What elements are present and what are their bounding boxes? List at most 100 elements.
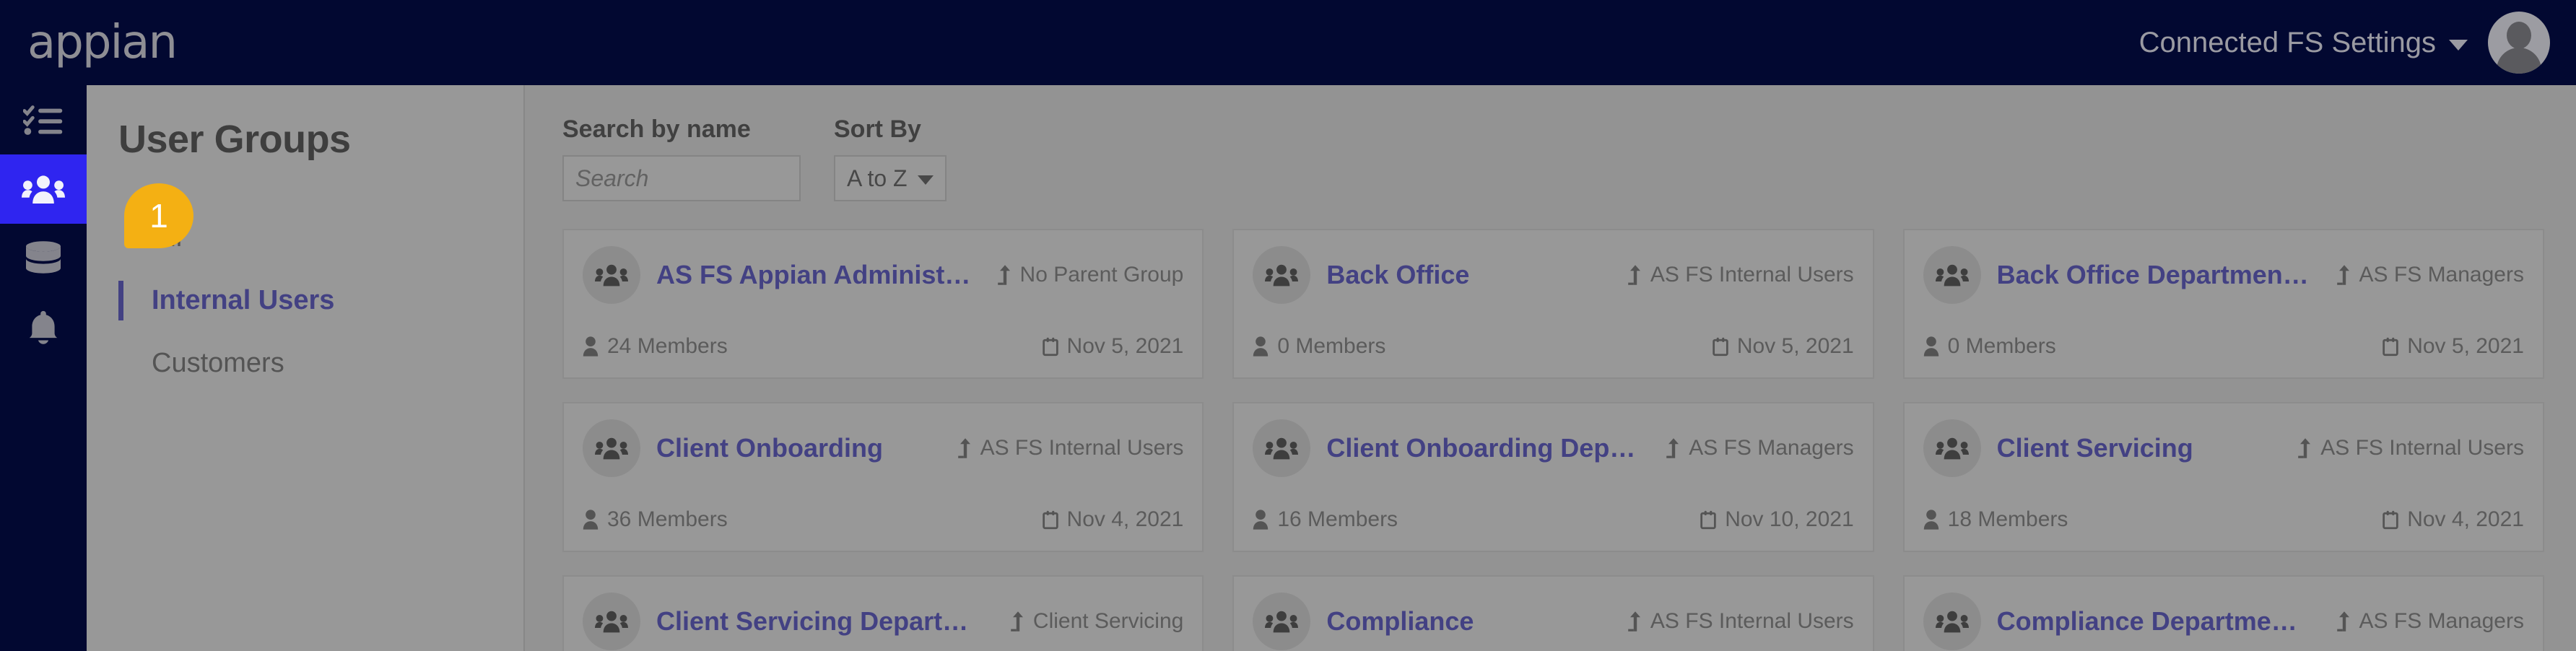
- calendar-icon: [2383, 510, 2398, 530]
- member-count-label: 16 Members: [1277, 507, 1398, 531]
- group-name-link[interactable]: Client Onboarding Department He...: [1326, 433, 1640, 463]
- rail-item-records[interactable]: [0, 224, 87, 293]
- notifications-bell-icon: [25, 309, 62, 346]
- parent-group-name: No Parent Group: [1019, 263, 1184, 287]
- group-name-link[interactable]: Compliance: [1326, 606, 1601, 637]
- member-count-label: 36 Members: [607, 507, 728, 531]
- calendar-icon: [1700, 510, 1716, 530]
- user-group-card[interactable]: Back Office AS FS Internal Users 0 Members…: [1232, 229, 1874, 379]
- group-avatar-icon: [1923, 246, 1981, 304]
- created-date: Nov 4, 2021: [2383, 507, 2524, 532]
- person-icon: [1923, 336, 1939, 357]
- parent-group-name: AS FS Managers: [1689, 436, 1854, 460]
- user-group-card[interactable]: Client Onboarding Department He... AS FS …: [1232, 402, 1874, 552]
- created-date-label: Nov 10, 2021: [1725, 507, 1854, 531]
- parent-group-name: Client Servicing: [1032, 609, 1184, 633]
- user-groups-card-grid: AS FS Appian Administrators No Parent Gro…: [562, 229, 2544, 651]
- parent-group-name: AS FS Internal Users: [1650, 609, 1854, 633]
- annotation-callout-1: 1: [103, 183, 193, 248]
- parent-group-label: AS FS Internal Users: [1627, 263, 1854, 287]
- search-input-wrapper[interactable]: [562, 155, 801, 201]
- member-count: 18 Members: [1923, 507, 2068, 532]
- avatar[interactable]: [2488, 12, 2550, 74]
- group-name-link[interactable]: Back Office: [1326, 260, 1601, 290]
- parent-group-arrow-icon: [1627, 611, 1643, 632]
- rail-item-notifications[interactable]: [0, 293, 87, 362]
- calendar-icon: [1713, 336, 1728, 357]
- person-icon: [1253, 510, 1269, 530]
- sidebar-item-label: Customers: [152, 348, 284, 378]
- chevron-down-icon: [2449, 39, 2468, 51]
- created-date: Nov 5, 2021: [1042, 334, 1184, 359]
- group-avatar-icon: [1253, 246, 1311, 304]
- parent-group-label: AS FS Internal Users: [2297, 436, 2524, 460]
- parent-group-label: AS FS Internal Users: [957, 436, 1184, 460]
- tasks-checklist-icon: [23, 103, 64, 136]
- user-group-card[interactable]: Client Servicing AS FS Internal Users 18 M…: [1902, 402, 2544, 552]
- card-header: Client Onboarding AS FS Internal Users: [583, 419, 1183, 477]
- search-field-group: Search by name: [562, 115, 801, 201]
- parent-group-name: AS FS Internal Users: [980, 436, 1184, 460]
- user-group-card[interactable]: ComplianceAS FS Internal Users1 MemberNo…: [1232, 575, 1874, 651]
- card-header: Client Servicing AS FS Internal Users: [1923, 419, 2524, 477]
- rail-item-tasks[interactable]: [0, 85, 87, 154]
- connected-fs-settings-menu[interactable]: Connected FS Settings: [2139, 27, 2468, 59]
- sort-by-label: Sort By: [834, 115, 921, 143]
- created-date-label: Nov 4, 2021: [1066, 507, 1184, 531]
- group-name-link[interactable]: Back Office Department Heads: [1997, 260, 2310, 290]
- card-header: Client Onboarding Department He... AS FS …: [1253, 419, 1854, 477]
- group-name-link[interactable]: Client Servicing Department Heads: [656, 606, 984, 637]
- created-date: Nov 5, 2021: [2383, 334, 2524, 359]
- rail-item-user-groups[interactable]: [0, 154, 87, 224]
- parent-group-name: AS FS Managers: [2359, 609, 2524, 633]
- parent-group-label: AS FS Managers: [2336, 609, 2524, 634]
- calendar-icon: [1042, 510, 1058, 530]
- user-group-card[interactable]: AS FS Appian Administrators No Parent Gro…: [562, 229, 1204, 379]
- annotation-bubble: 1: [124, 183, 193, 248]
- member-count: 0 Members: [1923, 334, 2056, 359]
- group-avatar-icon: [1923, 593, 1981, 650]
- sidebar-item-customers[interactable]: Customers: [118, 332, 523, 395]
- user-group-card[interactable]: Client Onboarding AS FS Internal Users 36 …: [562, 402, 1204, 552]
- person-icon: [583, 510, 599, 530]
- sort-by-dropdown[interactable]: A to Z: [834, 155, 947, 201]
- created-date: Nov 5, 2021: [1713, 334, 1854, 359]
- card-header: Compliance AS FS Internal Users: [1253, 593, 1854, 650]
- created-date-label: Nov 4, 2021: [2407, 507, 2524, 531]
- group-avatar-icon: [583, 593, 640, 650]
- card-header: Back Office AS FS Internal Users: [1253, 246, 1854, 304]
- person-icon: [1923, 510, 1939, 530]
- card-footer: 18 Members Nov 4, 2021: [1923, 507, 2524, 551]
- sidebar-item-internal-users[interactable]: Internal Users: [118, 269, 523, 332]
- parent-group-arrow-icon: [2297, 437, 2313, 459]
- group-name-link[interactable]: AS FS Appian Administrators: [656, 260, 971, 290]
- app-root: appian Connected FS Settings User Groups…: [0, 0, 2576, 651]
- created-date-label: Nov 5, 2021: [1736, 334, 1854, 358]
- parent-group-label: No Parent Group: [997, 263, 1184, 287]
- card-footer: 16 Members Nov 10, 2021: [1253, 507, 1854, 551]
- created-date-label: Nov 5, 2021: [1066, 334, 1184, 358]
- sidebar-item-label: Internal Users: [152, 285, 335, 315]
- chevron-down-icon: [917, 175, 934, 185]
- parent-group-name: AS FS Managers: [2359, 263, 2524, 287]
- page-title: User Groups: [118, 118, 351, 161]
- filter-bar: Search by name Sort By A to Z: [562, 115, 2544, 201]
- user-group-card[interactable]: Back Office Department Heads AS FS Manage…: [1902, 229, 2544, 379]
- search-input[interactable]: [575, 165, 788, 192]
- group-name-link[interactable]: Client Onboarding: [656, 433, 931, 463]
- card-footer: 36 Members Nov 4, 2021: [583, 507, 1183, 551]
- user-group-card[interactable]: Compliance Department Heads AS FS Manager…: [1902, 575, 2544, 651]
- member-count-label: 0 Members: [1277, 334, 1386, 358]
- page-body: User Groups All Internal Users Customers…: [87, 85, 2576, 651]
- created-date: Nov 4, 2021: [1042, 507, 1184, 532]
- group-name-link[interactable]: Client Servicing: [1997, 433, 2272, 463]
- member-count: 36 Members: [583, 507, 728, 532]
- user-group-card[interactable]: Client Servicing Department Heads Client …: [562, 575, 1204, 651]
- card-header: Client Servicing Department Heads Client …: [583, 593, 1183, 650]
- member-count-label: 18 Members: [1947, 507, 2068, 531]
- group-name-link[interactable]: Compliance Department Heads: [1997, 606, 2310, 637]
- left-nav-rail: [0, 85, 87, 651]
- sort-by-value: A to Z: [847, 165, 908, 191]
- parent-group-arrow-icon: [1010, 611, 1026, 632]
- parent-group-arrow-icon: [1666, 437, 1681, 459]
